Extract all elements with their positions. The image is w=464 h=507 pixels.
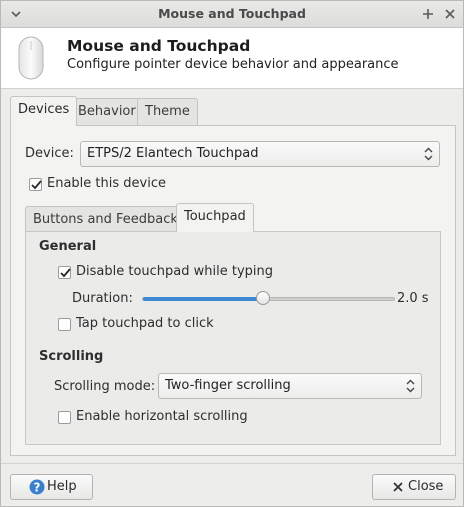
updown-arrows-icon	[406, 379, 415, 393]
title-bar[interactable]: Mouse and Touchpad	[1, 1, 463, 28]
horizontal-scrolling-checkbox[interactable]	[58, 411, 71, 424]
disable-typing-checkbox[interactable]	[58, 266, 71, 279]
help-button[interactable]: ? Help	[10, 474, 93, 500]
subtab-buttons-feedback[interactable]: Buttons and Feedback	[25, 206, 186, 232]
scrolling-heading: Scrolling	[39, 349, 104, 364]
duration-value: 2.0 s	[397, 291, 429, 306]
tap-to-click-checkbox[interactable]	[58, 318, 71, 331]
checkmark-icon	[31, 180, 42, 190]
close-icon	[393, 482, 403, 492]
tap-to-click-label: Tap touchpad to click	[76, 316, 214, 331]
mouse-icon	[17, 35, 45, 85]
scrolling-mode-label: Scrolling mode:	[54, 379, 156, 394]
device-select-value: ETPS/2 Elantech Touchpad	[87, 146, 259, 161]
help-label: Help	[47, 479, 77, 494]
device-select[interactable]: ETPS/2 Elantech Touchpad	[80, 141, 440, 167]
duration-label: Duration:	[72, 291, 133, 306]
checkmark-icon	[60, 268, 71, 278]
horizontal-scrolling-label: Enable horizontal scrolling	[76, 409, 248, 424]
svg-text:?: ?	[34, 481, 41, 495]
help-icon: ?	[29, 479, 45, 495]
window-title: Mouse and Touchpad	[158, 6, 306, 21]
close-button[interactable]: Close	[372, 474, 456, 500]
enable-device-label: Enable this device	[47, 176, 166, 191]
tab-theme[interactable]: Theme	[137, 98, 198, 125]
updown-arrows-icon	[424, 147, 433, 161]
disable-typing-label: Disable touchpad while typing	[76, 264, 274, 279]
tab-behavior[interactable]: Behavior	[70, 98, 144, 125]
header-subtitle: Configure pointer device behavior and ap…	[67, 57, 399, 72]
tab-devices[interactable]: Devices	[10, 96, 78, 126]
scrolling-mode-value: Two-finger scrolling	[165, 378, 291, 393]
maximize-icon[interactable]	[420, 5, 436, 23]
dialog-window: Mouse and Touchpad Mouse and Touchpad Co…	[0, 0, 464, 507]
duration-slider-fill	[143, 297, 265, 301]
subtab-touchpad[interactable]: Touchpad	[176, 203, 254, 232]
scrolling-mode-select[interactable]: Two-finger scrolling	[158, 373, 422, 399]
enable-device-checkbox[interactable]	[29, 178, 42, 191]
dialog-header: Mouse and Touchpad Configure pointer dev…	[1, 28, 463, 89]
close-label: Close	[408, 479, 444, 494]
footer-divider	[1, 463, 463, 464]
general-heading: General	[39, 239, 97, 254]
device-label: Device:	[25, 146, 74, 161]
close-window-icon[interactable]	[442, 5, 458, 23]
header-title: Mouse and Touchpad	[67, 37, 251, 55]
